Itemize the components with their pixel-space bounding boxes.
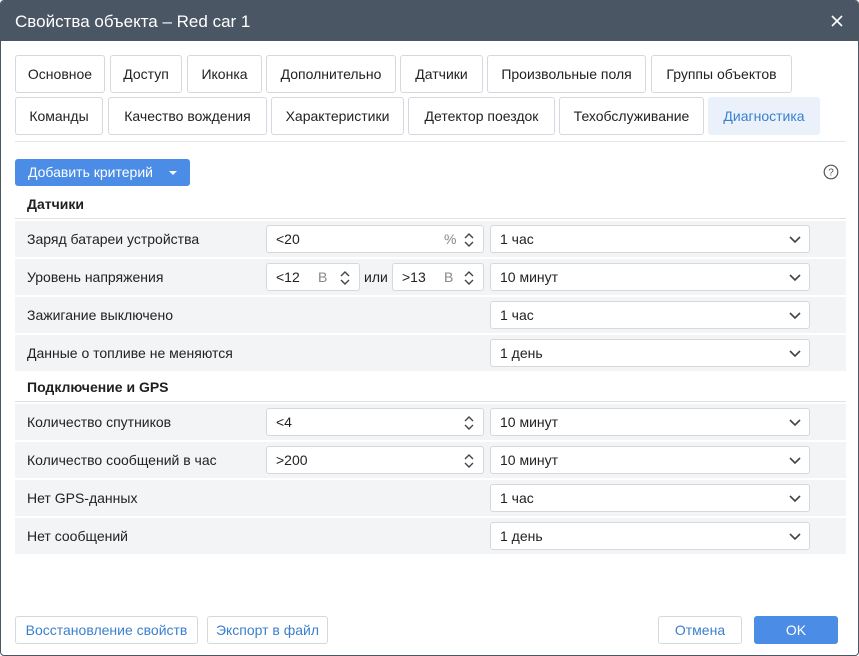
field-value: >13 xyxy=(402,269,426,285)
export-to-file-button[interactable]: Экспорт в файл xyxy=(207,616,328,644)
period-select[interactable]: 10 минут xyxy=(490,263,810,291)
spinner-icon[interactable] xyxy=(463,270,475,286)
spinner-icon[interactable] xyxy=(463,453,475,469)
period-select[interactable]: 1 день xyxy=(490,339,810,367)
help-icon[interactable]: ? xyxy=(823,164,839,180)
spinner-icon[interactable] xyxy=(463,232,475,248)
criteria-label: Количество сообщений в час xyxy=(27,452,217,468)
field-value: >200 xyxy=(276,452,308,468)
add-criteria-button[interactable]: Добавить критерий xyxy=(15,159,190,186)
criteria-label: Зажигание выключено xyxy=(27,307,173,323)
tab-driving-quality[interactable]: Качество вождения xyxy=(108,97,267,135)
tab-object-groups[interactable]: Группы объектов xyxy=(651,55,792,93)
criteria-label: Нет сообщений xyxy=(27,528,129,544)
tab-maintenance[interactable]: Техобслуживание xyxy=(559,97,704,135)
dialog-title: Свойства объекта – Red car 1 xyxy=(15,12,251,31)
tab-advanced[interactable]: Дополнительно xyxy=(266,55,396,93)
select-value: 1 час xyxy=(500,231,534,247)
section-divider xyxy=(15,218,846,219)
field-value: <12 xyxy=(276,269,300,285)
criteria-row-satellites: Количество спутников <4 10 минут xyxy=(15,404,846,440)
tab-commands[interactable]: Команды xyxy=(15,97,103,135)
tabs-divider xyxy=(15,141,846,142)
period-select[interactable]: 1 час xyxy=(490,225,810,253)
section-title-connection: Подключение и GPS xyxy=(27,379,169,395)
tab-custom-fields[interactable]: Произвольные поля xyxy=(487,55,646,93)
battery-threshold-input[interactable]: <20 % xyxy=(266,225,484,253)
period-select[interactable]: 1 час xyxy=(490,484,810,512)
criteria-row-messages-per-hour: Количество сообщений в час >200 10 минут xyxy=(15,442,846,478)
criteria-label: Уровень напряжения xyxy=(27,269,164,285)
tab-diagnostics[interactable]: Диагностика xyxy=(708,97,820,135)
select-value: 1 час xyxy=(500,307,534,323)
criteria-row-battery: Заряд батареи устройства <20 % 1 час xyxy=(15,221,846,257)
chevron-down-icon xyxy=(789,350,801,358)
satellites-threshold-input[interactable]: <4 xyxy=(266,408,484,436)
voltage-min-input[interactable]: <12 В xyxy=(266,263,360,291)
criteria-row-voltage: Уровень напряжения <12 В или >13 В 10 ми… xyxy=(15,259,846,295)
criteria-label: Данные о топливе не меняются xyxy=(27,345,233,361)
tab-characteristics[interactable]: Характеристики xyxy=(271,97,404,135)
field-value: <4 xyxy=(276,414,292,430)
criteria-row-ignition: Зажигание выключено 1 час xyxy=(15,297,846,333)
tab-basic[interactable]: Основное xyxy=(15,55,105,93)
field-unit: % xyxy=(444,231,457,247)
criteria-row-no-gps: Нет GPS-данных 1 час xyxy=(15,480,846,516)
chevron-down-icon xyxy=(789,533,801,541)
chevron-down-icon xyxy=(789,274,801,282)
or-label: или xyxy=(364,269,388,285)
ok-button[interactable]: OK xyxy=(754,616,838,644)
chevron-down-icon xyxy=(789,457,801,465)
criteria-row-fuel: Данные о топливе не меняются 1 день xyxy=(15,335,846,371)
tab-sensors[interactable]: Датчики xyxy=(400,55,483,93)
chevron-down-icon xyxy=(789,312,801,320)
criteria-label: Нет GPS-данных xyxy=(27,490,138,506)
section-divider xyxy=(15,401,846,402)
chevron-down-icon xyxy=(789,495,801,503)
period-select[interactable]: 10 минут xyxy=(490,408,810,436)
select-value: 1 день xyxy=(500,345,543,361)
chevron-down-icon xyxy=(789,419,801,427)
spinner-icon[interactable] xyxy=(463,415,475,431)
select-value: 10 минут xyxy=(500,452,559,468)
period-select[interactable]: 10 минут xyxy=(490,446,810,474)
field-unit: В xyxy=(444,269,454,285)
close-icon[interactable] xyxy=(828,12,846,30)
tab-icon[interactable]: Иконка xyxy=(187,55,262,93)
field-value: <20 xyxy=(276,231,300,247)
criteria-label: Заряд батареи устройства xyxy=(27,231,200,247)
tab-access[interactable]: Доступ xyxy=(110,55,182,93)
svg-text:?: ? xyxy=(828,168,834,179)
cancel-button[interactable]: Отмена xyxy=(658,616,742,644)
add-criteria-label: Добавить критерий xyxy=(28,164,153,180)
voltage-max-input[interactable]: >13 В xyxy=(392,263,484,291)
select-value: 10 минут xyxy=(500,269,559,285)
period-select[interactable]: 1 день xyxy=(490,522,810,550)
select-value: 1 час xyxy=(500,490,534,506)
restore-properties-button[interactable]: Восстановление свойств xyxy=(15,616,198,644)
select-value: 10 минут xyxy=(500,414,559,430)
messages-threshold-input[interactable]: >200 xyxy=(266,446,484,474)
select-value: 1 день xyxy=(500,528,543,544)
criteria-row-no-messages: Нет сообщений 1 день xyxy=(15,518,846,554)
tab-trip-detector[interactable]: Детектор поездок xyxy=(408,97,555,135)
field-unit: В xyxy=(318,269,328,285)
object-properties-dialog: Свойства объекта – Red car 1 Основное До… xyxy=(0,0,859,656)
section-title-sensors: Датчики xyxy=(27,196,84,212)
period-select[interactable]: 1 час xyxy=(490,301,810,329)
caret-down-icon xyxy=(169,171,177,175)
criteria-label: Количество спутников xyxy=(27,414,172,430)
dialog-titlebar: Свойства объекта – Red car 1 xyxy=(1,1,858,41)
spinner-icon[interactable] xyxy=(339,270,351,286)
chevron-down-icon xyxy=(789,236,801,244)
